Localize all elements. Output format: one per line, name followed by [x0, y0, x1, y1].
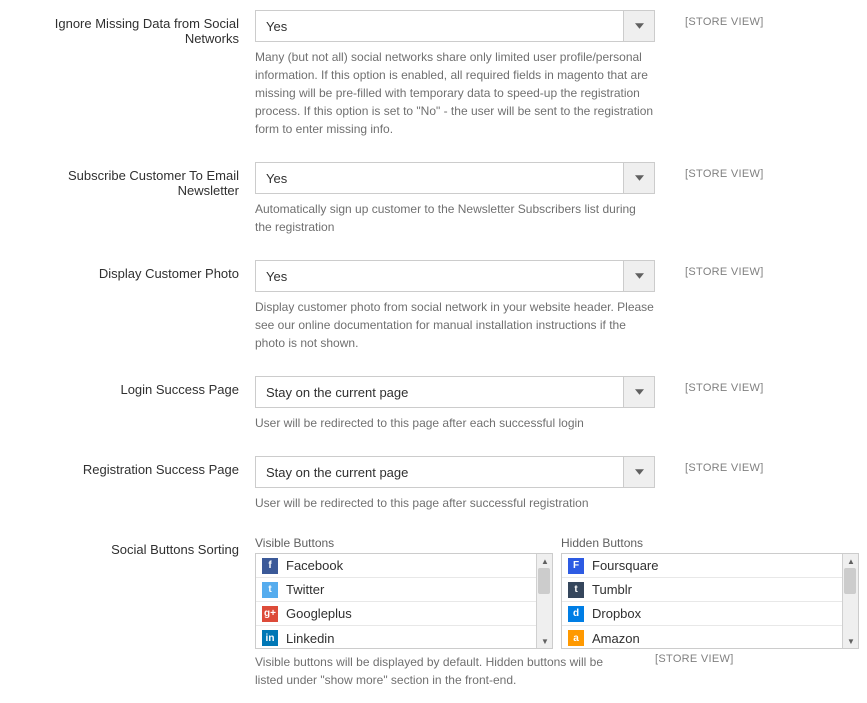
scope-social-sorting: [STORE VIEW] — [625, 653, 734, 689]
select-display-photo[interactable]: Yes — [255, 260, 655, 292]
help-ignore-missing: Many (but not all) social networks share… — [255, 48, 655, 138]
linkedin-icon: in — [262, 630, 278, 646]
scroll-thumb[interactable] — [844, 568, 856, 594]
scroll-thumb[interactable] — [538, 568, 550, 594]
help-registration-success: User will be redirected to this page aft… — [255, 494, 655, 512]
googleplus-icon: g+ — [262, 606, 278, 622]
list-item-label: Tumblr — [592, 582, 632, 597]
label-social-sorting: Social Buttons Sorting — [20, 536, 255, 557]
label-ignore-missing: Ignore Missing Data from Social Networks — [20, 10, 255, 46]
foursquare-icon: F — [568, 558, 584, 574]
list-item-label: Facebook — [286, 558, 343, 573]
help-login-success: User will be redirected to this page aft… — [255, 414, 655, 432]
list-item[interactable]: f Facebook — [256, 554, 536, 578]
field-subscribe-newsletter: Subscribe Customer To Email Newsletter Y… — [20, 162, 847, 236]
select-registration-success[interactable]: Stay on the current page — [255, 456, 655, 488]
list-item[interactable]: d Dropbox — [562, 602, 842, 626]
list-item[interactable]: g+ Googleplus — [256, 602, 536, 626]
scope-subscribe-newsletter: [STORE VIEW] — [655, 162, 775, 180]
visible-buttons-list[interactable]: fFacebooktTwitterg+GoogleplusinLinkedin … — [255, 553, 553, 649]
label-login-success: Login Success Page — [20, 376, 255, 397]
scope-login-success: [STORE VIEW] — [655, 376, 775, 394]
scrollbar[interactable]: ▲ ▼ — [842, 554, 858, 648]
select-subscribe-newsletter[interactable]: Yes — [255, 162, 655, 194]
field-login-success: Login Success Page Stay on the current p… — [20, 376, 847, 432]
dropbox-icon: d — [568, 606, 584, 622]
label-registration-success: Registration Success Page — [20, 456, 255, 477]
field-display-photo: Display Customer Photo Yes Display custo… — [20, 260, 847, 352]
help-subscribe-newsletter: Automatically sign up customer to the Ne… — [255, 200, 655, 236]
label-subscribe-newsletter: Subscribe Customer To Email Newsletter — [20, 162, 255, 198]
scrollbar[interactable]: ▲ ▼ — [536, 554, 552, 648]
facebook-icon: f — [262, 558, 278, 574]
field-registration-success: Registration Success Page Stay on the cu… — [20, 456, 847, 512]
hidden-buttons-header: Hidden Buttons — [561, 536, 859, 550]
list-item[interactable]: t Tumblr — [562, 578, 842, 602]
list-item[interactable]: F Foursquare — [562, 554, 842, 578]
field-social-sorting: Social Buttons Sorting Visible Buttons f… — [20, 536, 847, 689]
scroll-up-icon[interactable]: ▲ — [537, 554, 553, 568]
scroll-down-icon[interactable]: ▼ — [843, 634, 859, 648]
list-item-label: Dropbox — [592, 606, 641, 621]
visible-buttons-header: Visible Buttons — [255, 536, 553, 550]
scope-display-photo: [STORE VIEW] — [655, 260, 775, 278]
amazon-icon: a — [568, 630, 584, 646]
field-ignore-missing: Ignore Missing Data from Social Networks… — [20, 10, 847, 138]
scope-registration-success: [STORE VIEW] — [655, 456, 775, 474]
list-item-label: Googleplus — [286, 606, 352, 621]
list-item[interactable]: a Amazon — [562, 626, 842, 649]
select-ignore-missing[interactable]: Yes — [255, 10, 655, 42]
scroll-up-icon[interactable]: ▲ — [843, 554, 859, 568]
list-item-label: Twitter — [286, 582, 324, 597]
tumblr-icon: t — [568, 582, 584, 598]
scope-ignore-missing: [STORE VIEW] — [655, 10, 775, 28]
help-social-sorting: Visible buttons will be displayed by def… — [255, 653, 625, 689]
list-item-label: Foursquare — [592, 558, 658, 573]
list-item-label: Linkedin — [286, 631, 334, 646]
label-display-photo: Display Customer Photo — [20, 260, 255, 281]
scroll-down-icon[interactable]: ▼ — [537, 634, 553, 648]
help-display-photo: Display customer photo from social netwo… — [255, 298, 655, 352]
list-item[interactable]: t Twitter — [256, 578, 536, 602]
hidden-buttons-list[interactable]: F Foursquare t Tumblrd Dropbox a Amazon ▲ ▼ — [561, 553, 859, 649]
select-login-success[interactable]: Stay on the current page — [255, 376, 655, 408]
twitter-icon: t — [262, 582, 278, 598]
list-item-label: Amazon — [592, 631, 640, 646]
list-item[interactable]: in Linkedin — [256, 626, 536, 649]
